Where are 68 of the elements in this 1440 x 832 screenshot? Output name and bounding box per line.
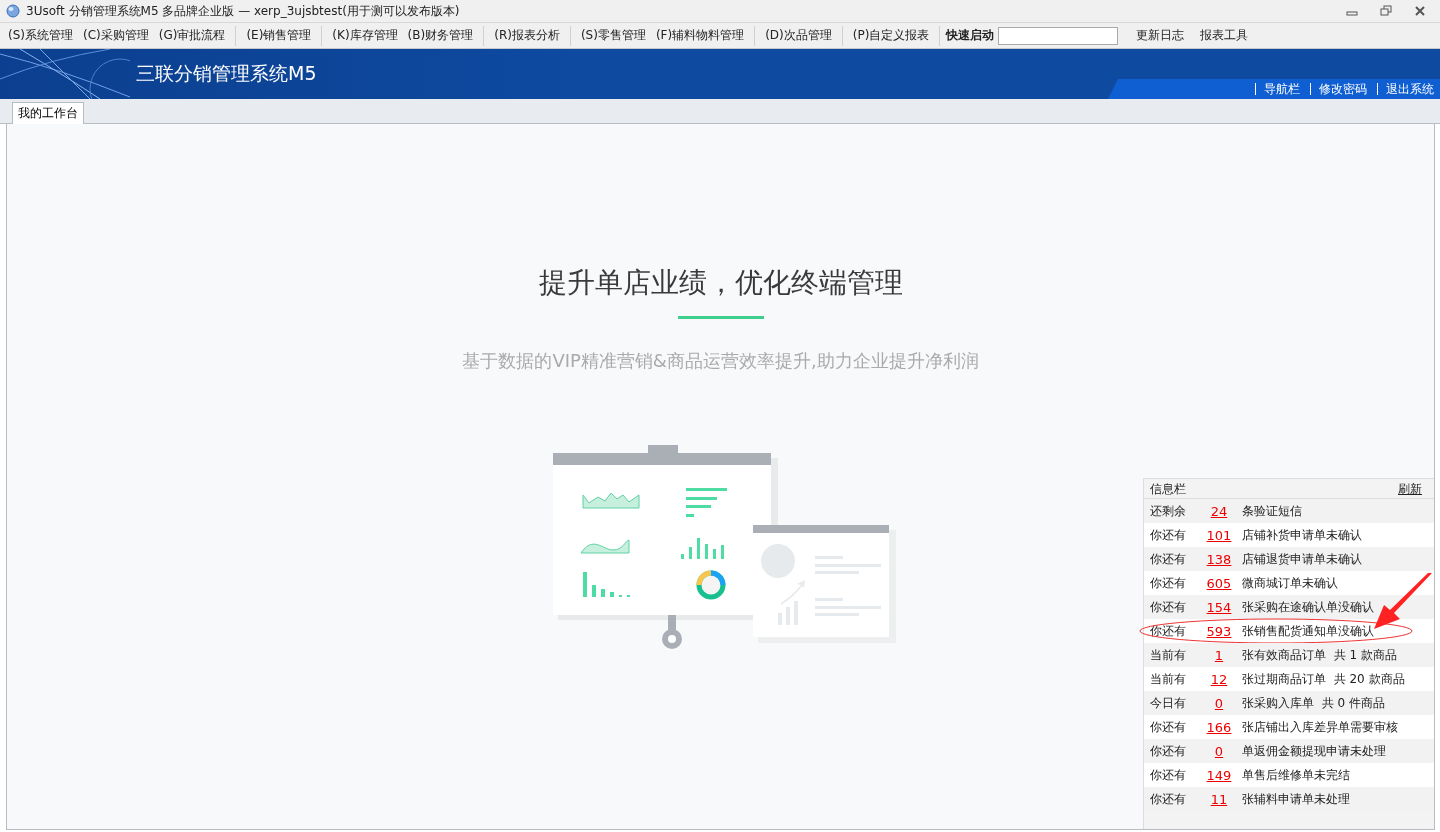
row-prefix: 还剩余 xyxy=(1150,502,1187,520)
row-text: 张过期商品订单 共 20 款商品 xyxy=(1242,670,1405,688)
row-text: 张辅料申请单未处理 xyxy=(1242,790,1350,808)
count-link[interactable]: 12 xyxy=(1196,671,1242,687)
menu-item[interactable]: 更新日志 xyxy=(1132,27,1189,44)
row-prefix: 当前有 xyxy=(1150,670,1187,688)
restore-icon xyxy=(1380,5,1392,17)
row-prefix: 你还有 xyxy=(1150,718,1187,736)
row-text: 条验证短信 xyxy=(1242,502,1302,520)
count-link[interactable]: 0 xyxy=(1196,743,1242,759)
app-title: 三联分销管理系统M5 xyxy=(136,61,317,86)
row-text: 张店铺出入库差异单需要审核 xyxy=(1242,718,1398,736)
row-prefix: 你还有 xyxy=(1150,622,1187,640)
row-text: 张有效商品订单 共 1 款商品 xyxy=(1242,646,1397,664)
row-text: 张采购在途确认单没确认 xyxy=(1242,598,1374,616)
row-prefix: 你还有 xyxy=(1150,742,1187,760)
count-link[interactable]: 1 xyxy=(1196,647,1242,663)
count-link[interactable]: 593 xyxy=(1196,623,1242,639)
workspace-tab[interactable]: 我的工作台 xyxy=(12,102,84,124)
count-link[interactable]: 154 xyxy=(1196,599,1242,615)
row-prefix: 今日有 xyxy=(1150,694,1187,712)
annotation-arrow-drawing xyxy=(1374,573,1434,631)
refresh-link[interactable]: 刷新 xyxy=(1398,481,1422,498)
count-link[interactable]: 138 xyxy=(1196,551,1242,567)
row-prefix: 你还有 xyxy=(1150,598,1187,616)
quick-launch-label: 快速启动 xyxy=(946,27,995,44)
menu-item[interactable]: (B)财务管理 xyxy=(403,27,478,44)
menu-item[interactable]: (P)自定义报表 xyxy=(848,27,934,44)
count-link[interactable]: 101 xyxy=(1196,527,1242,543)
row-text: 店铺补货申请单未确认 xyxy=(1242,526,1362,544)
menu-item[interactable]: (S)零售管理 xyxy=(576,27,650,44)
menu-item[interactable]: (G)审批流程 xyxy=(154,27,230,44)
row-text: 单返佣金额提现申请未处理 xyxy=(1242,742,1386,760)
menu-item[interactable]: (E)销售管理 xyxy=(242,27,316,44)
panel-title: 信息栏 xyxy=(1150,481,1186,498)
row-prefix: 你还有 xyxy=(1150,526,1187,544)
subtitle: 基于数据的VIP精准营销&商品运营效率提升,助力企业提升净利润 xyxy=(462,349,979,373)
row-text: 微商城订单未确认 xyxy=(1242,574,1338,592)
row-prefix: 你还有 xyxy=(1150,790,1187,808)
menu-item[interactable]: (R)报表分析 xyxy=(490,27,564,44)
row-prefix: 你还有 xyxy=(1150,550,1187,568)
header-link[interactable]: 修改密码 xyxy=(1310,83,1367,95)
header-link[interactable]: 退出系统 xyxy=(1377,83,1434,95)
row-prefix: 当前有 xyxy=(1150,646,1187,664)
row-text: 店铺退货申请单未确认 xyxy=(1242,550,1362,568)
menu-item[interactable]: (F)辅料物料管理 xyxy=(651,27,749,44)
headline: 提升单店业绩，优化终端管理 xyxy=(538,265,903,301)
row-text: 张销售配货通知单没确认 xyxy=(1242,622,1374,640)
row-prefix: 你还有 xyxy=(1150,574,1187,592)
menu-item[interactable]: (K)库存管理 xyxy=(328,27,402,44)
row-text: 单售后维修单未完结 xyxy=(1242,766,1350,784)
row-prefix: 你还有 xyxy=(1150,766,1187,784)
count-link[interactable]: 11 xyxy=(1196,791,1242,807)
close-icon xyxy=(1414,5,1426,17)
header-link[interactable]: 导航栏 xyxy=(1255,83,1300,95)
count-link[interactable]: 166 xyxy=(1196,719,1242,735)
menu-item[interactable]: 报表工具 xyxy=(1196,27,1253,44)
window-title: 3Usoft 分销管理系统M5 多品牌企业版 — xerp_3ujsbtest(用于测可以发布版本) xyxy=(26,2,461,20)
app-globe-icon xyxy=(6,4,20,18)
count-link[interactable]: 24 xyxy=(1196,503,1242,519)
count-link[interactable]: 605 xyxy=(1196,575,1242,591)
quick-launch-field[interactable] xyxy=(998,26,1119,45)
row-text: 张采购入库单 共 0 件商品 xyxy=(1242,694,1385,712)
menu-item[interactable]: (D)次品管理 xyxy=(761,27,836,44)
count-link[interactable]: 0 xyxy=(1196,695,1242,711)
menu-item[interactable]: (S)系统管理 xyxy=(4,27,77,44)
count-link[interactable]: 149 xyxy=(1196,767,1242,783)
menu-item[interactable]: (C)采购管理 xyxy=(79,27,153,44)
